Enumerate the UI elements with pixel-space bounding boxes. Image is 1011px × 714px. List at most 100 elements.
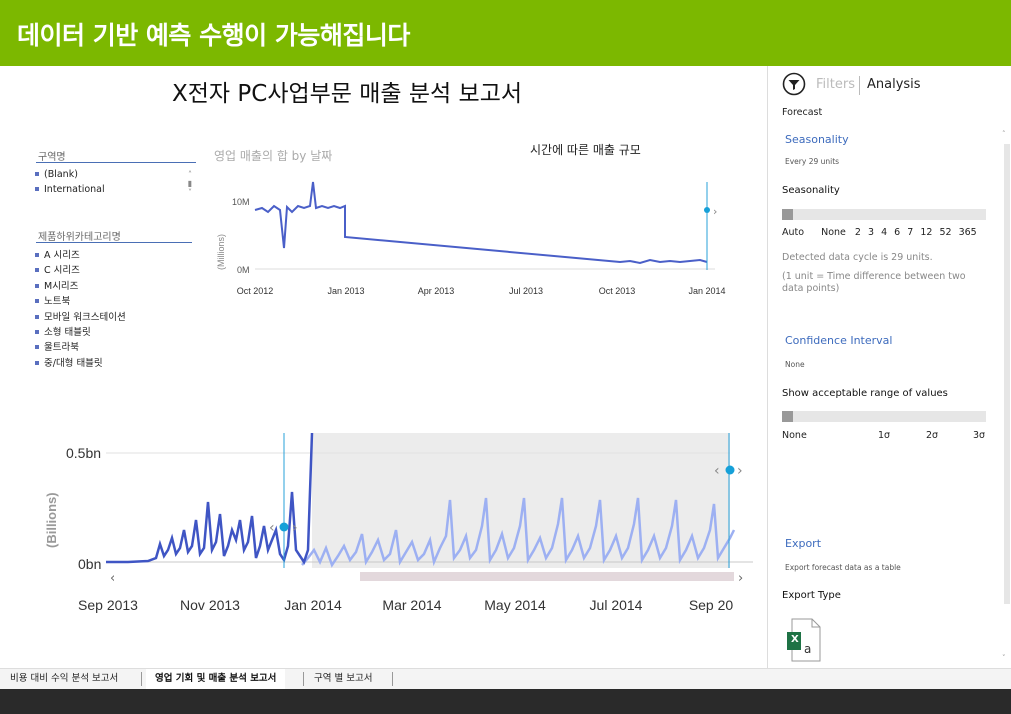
top-chart-x-axis: Oct 2012 Jan 2013 Apr 2013 Jul 2013 Oct … (237, 286, 726, 296)
export-link[interactable]: Export (785, 537, 821, 550)
category-slicer-underline (36, 242, 192, 243)
tab-separator (392, 672, 393, 686)
category-slicer-item[interactable]: 소형 태블릿 (33, 325, 126, 340)
excel-letter: X (791, 634, 799, 645)
season-option[interactable]: 6 (894, 227, 900, 238)
season-option[interactable]: 7 (907, 227, 913, 238)
seasonality-slider-track[interactable] (782, 209, 986, 220)
category-slicer-item[interactable]: C 시리즈 (33, 263, 126, 278)
forecast-start-handle[interactable] (279, 522, 289, 532)
region-slicer-underline (36, 162, 196, 163)
top-chart-title: 영업 매출의 합 by 날짜 (214, 149, 333, 163)
excel-letter-2: a (804, 642, 812, 656)
tab-separator (303, 672, 304, 686)
forecast-chart-xtick: Mar 2014 (382, 597, 441, 613)
panel-scrollbar-thumb[interactable] (1004, 144, 1010, 604)
forecast-end-handle[interactable] (725, 465, 735, 475)
forecast-chart-xtick: Jan 2014 (284, 597, 342, 613)
acceptable-range-label: Show acceptable range of values (782, 388, 948, 399)
forecast-chart-ytick-05bn: 0.5bn (66, 445, 101, 461)
panel-scroll-up-icon[interactable]: ˄ (1002, 130, 1006, 138)
seasonality-options: Auto None 2 3 4 6 7 12 52 365 (782, 227, 977, 238)
analysis-tab[interactable]: Analysis (867, 77, 921, 92)
header-banner: 데이터 기반 예측 수행이 가능해집니다 (0, 0, 1011, 66)
unit-explanation-text: (1 unit = Time difference between two da… (782, 271, 966, 294)
seasonality-summary: Every 29 units (785, 157, 840, 166)
excel-file-icon[interactable]: X a (786, 618, 822, 662)
forecast-chart-xtick: May 2014 (484, 597, 546, 613)
forecast-chart-x-axis: Sep 2013 Nov 2013 Jan 2014 Mar 2014 May … (78, 597, 733, 613)
category-slicer-item[interactable]: 노트북 (33, 294, 126, 309)
export-summary: Export forecast data as a table (785, 563, 901, 572)
tab-opportunity-sales[interactable]: 영업 기회 및 매출 분석 보고서 (146, 669, 286, 691)
sigma-option[interactable]: None (782, 430, 807, 441)
top-chart-cursor-dot[interactable] (704, 207, 710, 213)
forecast-line-chart[interactable]: (Billions) 0.5bn 0bn ‹ › ‹ › ‹ › Sep 201… (38, 430, 764, 620)
scroll-left-chevron-icon[interactable]: ‹ (110, 571, 115, 586)
top-chart-xtick: Oct 2013 (599, 286, 636, 296)
season-option[interactable]: None (821, 227, 846, 238)
category-slicer-item[interactable]: 중/대형 태블릿 (33, 356, 126, 371)
forecast-end-right-chevron-icon[interactable]: › (737, 463, 743, 479)
sigma-option[interactable]: 3σ (973, 430, 985, 441)
season-option[interactable]: 12 (920, 227, 932, 238)
category-slicer-title: 제품하위카테고리명 (38, 232, 121, 243)
scroll-right-chevron-icon[interactable]: › (738, 571, 743, 586)
forecast-start-left-chevron-icon[interactable]: ‹ (269, 520, 275, 536)
analysis-panel: Filters Analysis Forecast Seasonality Ev… (767, 66, 1011, 668)
season-option[interactable]: 365 (959, 227, 977, 238)
top-line-chart[interactable]: (Millions) 10M 0M › Oct 2012 Jan 2013 Ap… (210, 170, 740, 310)
detected-cycle-text: Detected data cycle is 29 units. (782, 252, 933, 263)
filters-tab[interactable]: Filters (816, 77, 855, 92)
horizontal-scrollbar-thumb[interactable] (360, 572, 734, 581)
region-slicer-list: (Blank) International (33, 167, 105, 198)
category-slicer-item[interactable]: 모바일 워크스테이션 (33, 310, 126, 325)
region-slicer-title: 구역명 (38, 152, 66, 163)
region-slicer-scrollbar[interactable]: ˄ ▮ ˅ (186, 170, 194, 197)
actual-series-line (106, 432, 314, 565)
top-chart-ytick-10m: 10M (232, 197, 250, 207)
top-chart-ytick-0m: 0M (237, 265, 250, 275)
top-chart-xtick: Jul 2013 (509, 286, 543, 296)
top-chart-overlay-title: 시간에 따른 매출 규모 (530, 143, 641, 157)
sigma-option[interactable]: 1σ (878, 430, 890, 441)
confidence-interval-link[interactable]: Confidence Interval (785, 334, 892, 347)
panel-scroll-down-icon[interactable]: ˅ (1002, 654, 1006, 662)
top-chart-right-chevron-icon[interactable]: › (713, 205, 717, 218)
region-slicer-item[interactable]: International (33, 182, 105, 197)
forecast-chart-ylabel: (Billions) (44, 492, 59, 548)
top-chart-sales-line (254, 181, 708, 265)
tab-region[interactable]: 구역 별 보고서 (314, 669, 372, 689)
top-chart-xtick: Jan 2014 (688, 286, 725, 296)
forecast-start-right-chevron-icon[interactable]: › (292, 520, 298, 536)
confidence-slider-thumb[interactable] (782, 411, 793, 422)
category-slicer-item[interactable]: 울트라북 (33, 340, 126, 355)
seasonality-slider-thumb[interactable] (782, 209, 793, 220)
forecast-chart-xtick: Nov 2013 (180, 597, 240, 613)
page-tabs: 비용 대비 수익 분석 보고서 영업 기회 및 매출 분석 보고서 구역 별 보… (0, 668, 1011, 691)
banner-title: 데이터 기반 예측 수행이 가능해집니다 (17, 21, 410, 50)
top-chart-xtick: Oct 2012 (237, 286, 274, 296)
export-type-label: Export Type (782, 590, 841, 601)
seasonality-link[interactable]: Seasonality (785, 133, 849, 146)
report-title: X전자 PC사업부문 매출 분석 보고서 (172, 81, 523, 107)
forecast-chart-xtick: Jul 2014 (590, 597, 643, 613)
seasonality-label: Seasonality (782, 185, 840, 196)
category-slicer-item[interactable]: A 시리즈 (33, 248, 126, 263)
confidence-slider-track[interactable] (782, 411, 986, 422)
tab-cost-revenue[interactable]: 비용 대비 수익 분석 보고서 (10, 669, 118, 689)
season-option[interactable]: 2 (855, 227, 861, 238)
sigma-option[interactable]: 2σ (926, 430, 938, 441)
status-bar (0, 689, 1011, 714)
region-slicer-item[interactable]: (Blank) (33, 167, 105, 182)
filter-icon[interactable] (782, 72, 806, 96)
season-option[interactable]: Auto (782, 227, 804, 238)
season-option[interactable]: 52 (939, 227, 951, 238)
forecast-chart-ytick-0bn: 0bn (78, 556, 101, 572)
season-option[interactable]: 4 (881, 227, 887, 238)
category-slicer-list: A 시리즈 C 시리즈 M시리즈 노트북 모바일 워크스테이션 소형 태블릿 울트라북 중/대… (33, 248, 126, 371)
forecast-end-left-chevron-icon[interactable]: ‹ (714, 463, 720, 479)
forecast-section-label: Forecast (782, 107, 823, 118)
category-slicer-item[interactable]: M시리즈 (33, 279, 126, 294)
season-option[interactable]: 3 (868, 227, 874, 238)
